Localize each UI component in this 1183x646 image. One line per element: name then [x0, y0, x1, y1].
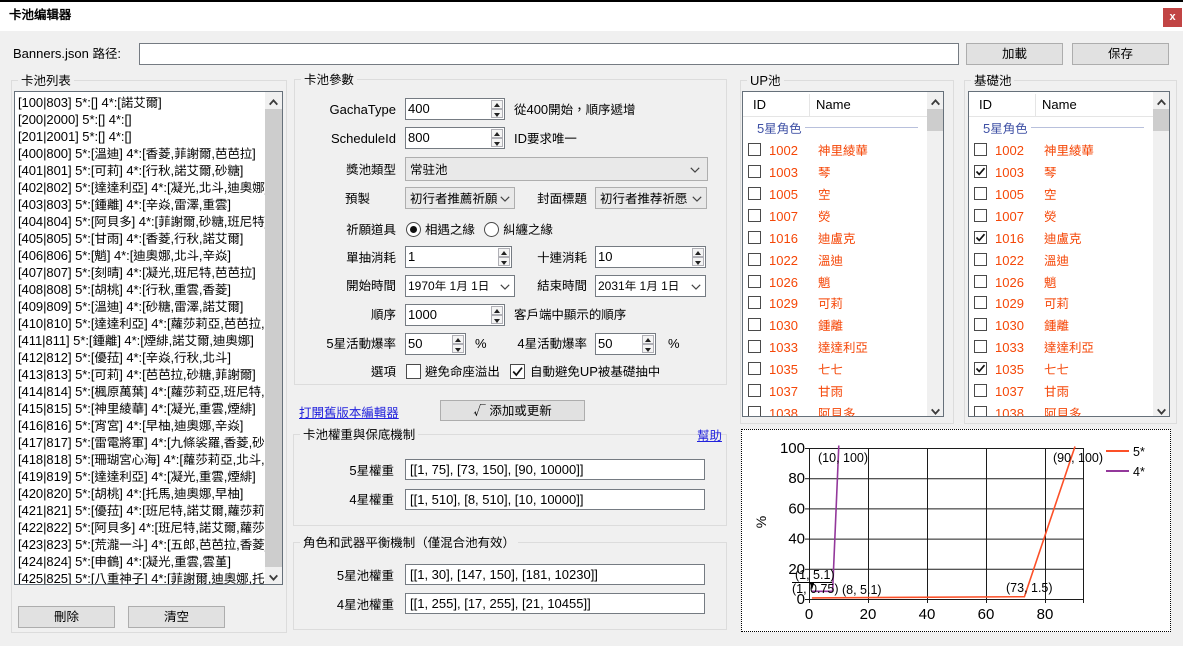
svg-text:80: 80 — [1037, 606, 1054, 623]
svg-text:100: 100 — [780, 440, 805, 457]
svg-text:(90, 100): (90, 100) — [1053, 451, 1103, 465]
svg-text:(1, 5.1): (1, 5.1) — [795, 568, 835, 582]
svg-text:60: 60 — [978, 606, 995, 623]
svg-text:(10, 100): (10, 100) — [818, 451, 868, 465]
svg-text:%: % — [753, 516, 769, 528]
svg-text:(8, 5.1): (8, 5.1) — [842, 583, 882, 597]
svg-text:(73, 1.5): (73, 1.5) — [1006, 581, 1053, 595]
svg-text:40: 40 — [919, 606, 936, 623]
svg-text:4*: 4* — [1133, 465, 1145, 479]
svg-text:60: 60 — [788, 500, 805, 517]
svg-text:(1, 0.75): (1, 0.75) — [792, 582, 839, 596]
svg-text:80: 80 — [788, 470, 805, 487]
svg-text:5*: 5* — [1133, 445, 1145, 459]
svg-text:0: 0 — [805, 606, 813, 623]
svg-text:20: 20 — [860, 606, 877, 623]
svg-text:40: 40 — [788, 531, 805, 548]
